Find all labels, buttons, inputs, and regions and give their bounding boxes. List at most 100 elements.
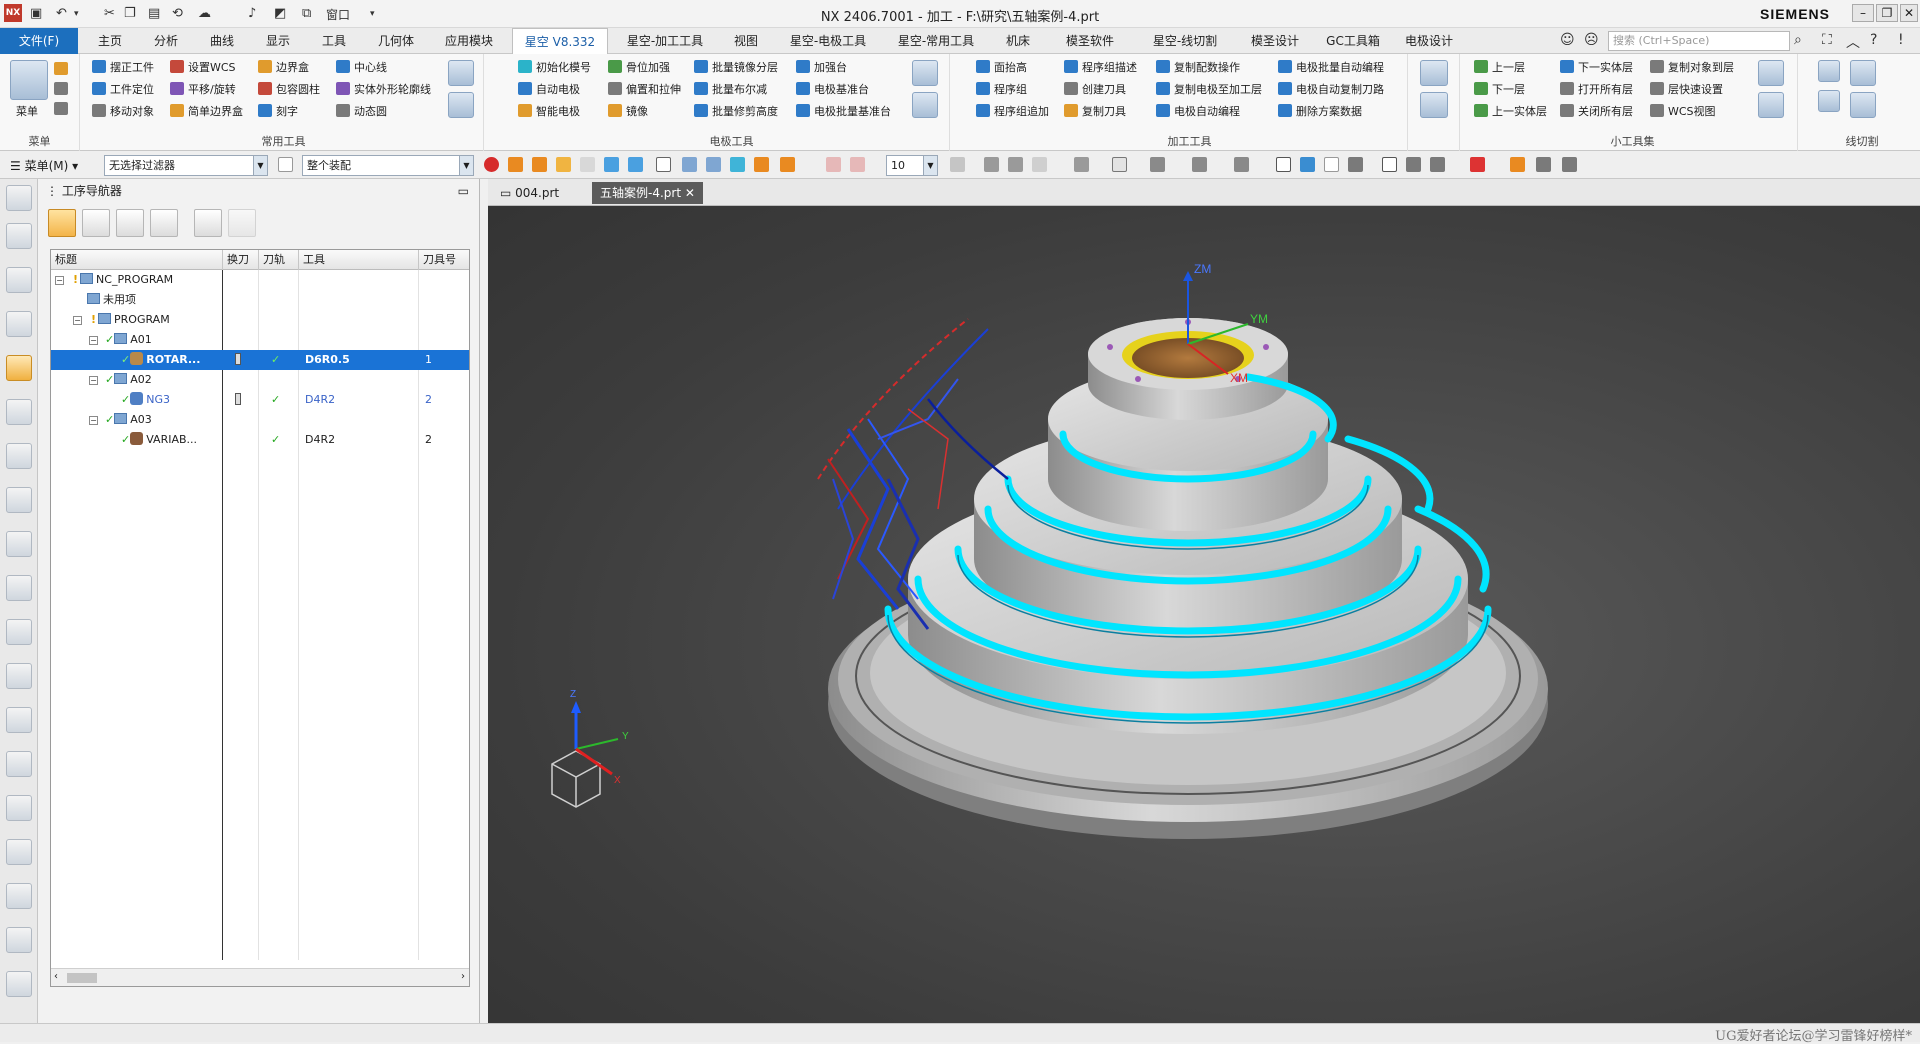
- history-icon[interactable]: [6, 575, 32, 601]
- btn-electrode-batch-auto-program[interactable]: 电极批量自动编程: [1278, 58, 1384, 78]
- tab-applications[interactable]: 应用模块: [434, 28, 504, 54]
- crossed-icon[interactable]: [1430, 157, 1445, 172]
- collapse-icon[interactable]: −: [89, 376, 98, 385]
- tool-library-icon[interactable]: [6, 487, 32, 513]
- highlight-icon[interactable]: [1510, 157, 1525, 172]
- tab-xingkong-common[interactable]: 星空-常用工具: [886, 28, 986, 54]
- tab-mosheng-design[interactable]: 模圣设计: [1240, 28, 1310, 54]
- restore-button[interactable]: ❐: [1876, 4, 1898, 22]
- minimize-button[interactable]: –: [1852, 4, 1874, 22]
- tab-tools[interactable]: 工具: [310, 28, 358, 54]
- snap-icon-4[interactable]: [754, 157, 769, 172]
- frown-icon[interactable]: ☹: [1584, 32, 1599, 48]
- measure-icon[interactable]: [1470, 157, 1485, 172]
- section-icon[interactable]: [1192, 157, 1207, 172]
- tab-xingkong-wirecut[interactable]: 星空-线切割: [1138, 28, 1232, 54]
- btn-program-group-desc[interactable]: 程序组描述: [1064, 58, 1137, 78]
- tab-geometry[interactable]: 几何体: [366, 28, 426, 54]
- col-header-tool-number[interactable]: 刀具号: [419, 250, 469, 270]
- btn-program-group[interactable]: 程序组: [976, 80, 1027, 100]
- background-icon[interactable]: [1112, 157, 1127, 172]
- wcs-toggle-icon[interactable]: [1382, 157, 1397, 172]
- table-row[interactable]: − ✓ A03: [51, 410, 469, 430]
- view-triad[interactable]: Z Y X: [551, 689, 629, 808]
- col-header-name[interactable]: 标题: [51, 250, 223, 270]
- navigator-collapse-icon[interactable]: ⋮: [46, 184, 58, 198]
- close-tab-icon[interactable]: ✕: [685, 186, 695, 200]
- scroll-left-icon[interactable]: ‹: [54, 971, 58, 982]
- web-browser-icon[interactable]: [6, 531, 32, 557]
- horizontal-scrollbar[interactable]: ‹ ›: [51, 968, 469, 986]
- snap-icon-3[interactable]: [730, 157, 745, 172]
- btn-set-wcs[interactable]: 设置WCS: [170, 58, 236, 78]
- small-extra-icon-2[interactable]: [1758, 92, 1784, 118]
- fit-icon[interactable]: [1032, 157, 1047, 172]
- doc-tab-004[interactable]: ▭ 004.prt: [492, 182, 567, 204]
- file-menu-button[interactable]: 文件(F): [0, 28, 78, 54]
- fullscreen-icon[interactable]: ⛶: [1822, 32, 1832, 48]
- tab-machine[interactable]: 机床: [994, 28, 1042, 54]
- btn-offset-extrude[interactable]: 偏置和拉伸: [608, 80, 681, 100]
- btn-next-layer[interactable]: 下一层: [1474, 80, 1525, 100]
- btn-next-solid-layer[interactable]: 下一实体层: [1560, 58, 1633, 78]
- btn-mirror[interactable]: 镜像: [608, 102, 648, 122]
- machining-knowledge-icon[interactable]: [6, 839, 32, 865]
- btn-create-tool[interactable]: 创建刀具: [1064, 80, 1126, 100]
- blank-icon[interactable]: [1324, 157, 1339, 172]
- table-row[interactable]: ✓ VARIAB... ✓ D4R2 2: [51, 430, 469, 450]
- render-style-icon[interactable]: [984, 157, 999, 172]
- small-extra-icon-1[interactable]: [1758, 60, 1784, 86]
- house-icon[interactable]: [1348, 157, 1363, 172]
- system-materials-icon[interactable]: [6, 707, 32, 733]
- btn-centerline[interactable]: 中心线: [336, 58, 387, 78]
- wire-icon-4[interactable]: [1850, 92, 1876, 118]
- btn-electrode-auto-program[interactable]: 电极自动编程: [1156, 102, 1240, 122]
- ruler-icon[interactable]: [1562, 157, 1577, 172]
- globe-icon[interactable]: [6, 751, 32, 777]
- btn-layer-quick-settings[interactable]: 层快速设置: [1650, 80, 1723, 100]
- eye-icon[interactable]: [1406, 157, 1421, 172]
- smile-icon[interactable]: ☺: [1560, 32, 1575, 48]
- snap-icon-7[interactable]: [850, 157, 865, 172]
- btn-bounding-cylinder[interactable]: 包容圆柱: [258, 80, 320, 100]
- btn-program-group-append[interactable]: 程序组追加: [976, 102, 1049, 122]
- reuse-library-icon[interactable]: [6, 311, 32, 337]
- delete-operation-icon[interactable]: [228, 209, 256, 237]
- tab-xingkong-v8[interactable]: 星空 V8.332: [512, 28, 608, 54]
- add-operation-icon[interactable]: [194, 209, 222, 237]
- machine-tool-view-icon[interactable]: [82, 209, 110, 237]
- table-row[interactable]: 未用项: [51, 290, 469, 310]
- view-orient-icon[interactable]: [950, 157, 965, 172]
- tab-gc-toolbox[interactable]: GC工具箱: [1318, 28, 1388, 54]
- precision-select[interactable]: 10 ▼: [886, 155, 938, 176]
- electrode-extra-icon-2[interactable]: [912, 92, 938, 118]
- collapse-icon[interactable]: −: [55, 276, 64, 285]
- shade-icon[interactable]: [1008, 157, 1023, 172]
- part-model-view[interactable]: ZM YM XM Z Y X: [488, 179, 1920, 1023]
- table-row[interactable]: ✓ NG3 ✓ D4R2 2: [51, 390, 469, 410]
- panel-maximize-icon[interactable]: ▭: [458, 179, 469, 203]
- btn-smart-electrode[interactable]: 智能电极: [518, 102, 580, 122]
- btn-auto-electrode[interactable]: 自动电极: [518, 80, 580, 100]
- wire-icon-3[interactable]: [1850, 60, 1876, 86]
- btn-electrode-batch-base[interactable]: 电极批量基准台: [796, 102, 891, 122]
- tab-xingkong-machining[interactable]: 星空-加工工具: [616, 28, 714, 54]
- tab-display[interactable]: 显示: [254, 28, 302, 54]
- square-icon[interactable]: [1276, 157, 1291, 172]
- help-icon[interactable]: ?: [1870, 32, 1877, 48]
- clock-icon[interactable]: [6, 795, 32, 821]
- btn-delete-plan-data[interactable]: 删除方案数据: [1278, 102, 1362, 122]
- table-row[interactable]: − ✓ A02: [51, 370, 469, 390]
- geometry-view-icon[interactable]: [116, 209, 144, 237]
- close-button[interactable]: ✕: [1900, 4, 1918, 22]
- btn-engrave[interactable]: 刻字: [258, 102, 298, 122]
- roles-icon[interactable]: [6, 663, 32, 689]
- btn-previous-layer[interactable]: 上一层: [1474, 58, 1525, 78]
- solid-body-icon[interactable]: [508, 157, 523, 172]
- btn-previous-solid-layer[interactable]: 上一实体层: [1474, 102, 1547, 122]
- btn-move-object[interactable]: 移动对象: [92, 102, 154, 122]
- menu-small-icon-3[interactable]: [54, 100, 72, 120]
- collapse-icon[interactable]: −: [89, 416, 98, 425]
- btn-electrode-base[interactable]: 电极基准台: [796, 80, 869, 100]
- filter-funnel-icon[interactable]: [278, 157, 293, 172]
